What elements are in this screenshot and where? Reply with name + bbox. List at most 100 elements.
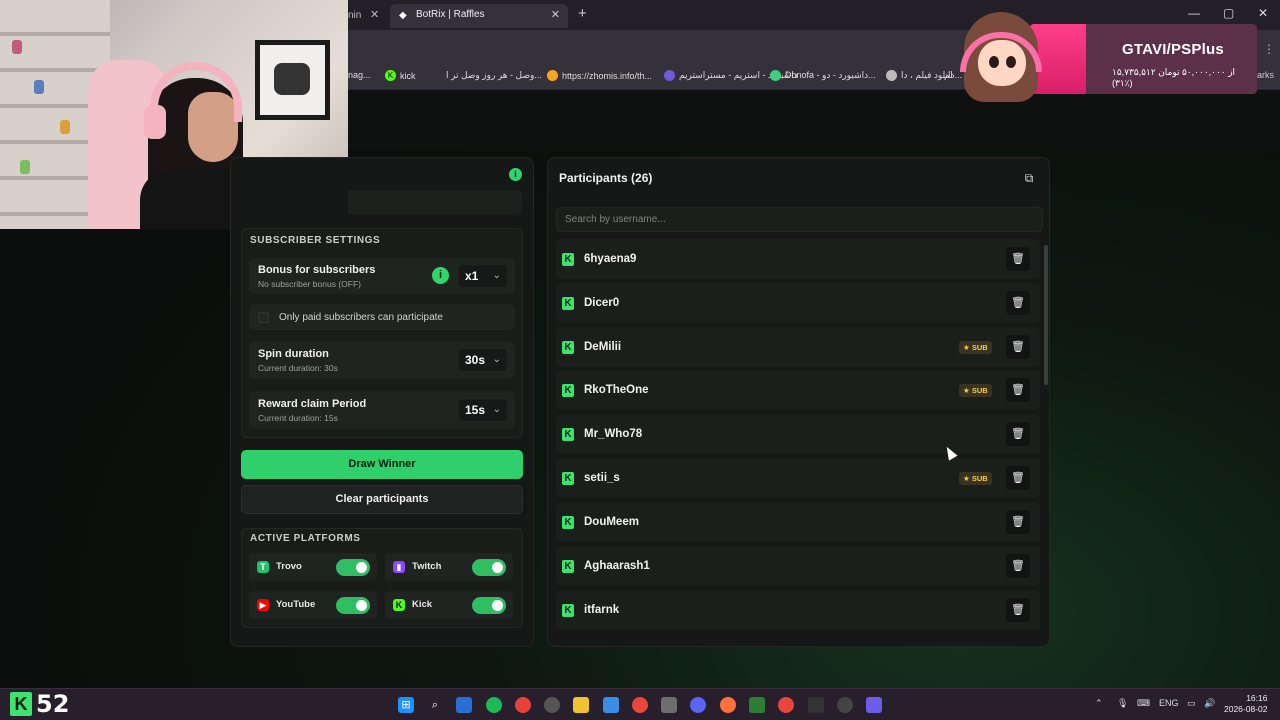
figure-toy <box>12 40 22 54</box>
headset-earcup <box>144 105 166 139</box>
paid-only-checkbox[interactable] <box>258 312 269 323</box>
figure-toy <box>60 120 70 134</box>
tab-partial-title[interactable]: nin <box>348 6 361 26</box>
language-indicator[interactable]: ENG <box>1159 698 1179 708</box>
youtube-toggle[interactable] <box>336 597 370 614</box>
trash-icon[interactable]: 🗑 <box>1006 422 1030 447</box>
browser-menu-icon[interactable]: ⋮ <box>1263 42 1275 56</box>
app-icon[interactable] <box>749 697 765 713</box>
participant-row: K Aghaarash1 🗑 <box>556 545 1040 586</box>
bookmarks-overflow[interactable]: arks <box>1257 70 1274 80</box>
stream-icon <box>664 70 675 81</box>
minimize-icon[interactable]: — <box>1188 6 1200 20</box>
participant-name: DouMeem <box>584 515 639 528</box>
platform-kick: K Kick <box>385 591 513 619</box>
globe-icon <box>886 70 897 81</box>
app-icon[interactable] <box>456 697 472 713</box>
clock-date: 2026-08-02 <box>1224 704 1268 714</box>
figure-toy <box>20 160 30 174</box>
claim-period-row: Reward claim Period Current duration: 15… <box>249 391 515 429</box>
chevron-down-icon: ⌄ <box>492 354 501 365</box>
trash-icon[interactable]: 🗑 <box>1006 466 1030 491</box>
app-icon[interactable] <box>515 697 531 713</box>
trash-icon[interactable]: 🗑 <box>1006 334 1030 359</box>
bookmark-item[interactable]: Donofa - داشبورد - دو... <box>770 70 876 81</box>
kick-icon: K <box>562 515 574 529</box>
bookmark-item[interactable]: لم <box>944 70 953 81</box>
trash-icon[interactable]: 🗑 <box>1006 378 1030 403</box>
trovo-toggle[interactable] <box>336 559 370 576</box>
chevron-up-icon[interactable]: ⌃ <box>1095 698 1103 709</box>
close-window-icon[interactable]: ✕ <box>1258 6 1268 20</box>
close-icon[interactable]: ✕ <box>551 8 560 21</box>
firefox-icon[interactable] <box>720 697 736 713</box>
draw-winner-button[interactable]: Draw Winner <box>241 450 523 479</box>
section-title: SUBSCRIBER SETTINGS <box>250 235 381 246</box>
trash-icon[interactable]: 🗑 <box>1006 509 1030 534</box>
bookmark-item[interactable]: وصل - هر روز وصل تر ا... <box>446 70 542 81</box>
trash-icon[interactable]: 🗑 <box>1006 553 1030 578</box>
bookmark-item[interactable]: nag... <box>348 70 371 80</box>
twitch-toggle[interactable] <box>472 559 506 576</box>
maximize-icon[interactable]: ▢ <box>1223 6 1234 20</box>
mic-icon[interactable]: 🎙 <box>1117 698 1128 709</box>
bonus-multiplier-select[interactable]: x1 ⌄ <box>459 265 507 287</box>
trash-icon[interactable]: 🗑 <box>1006 247 1030 271</box>
claim-period-select[interactable]: 15s ⌄ <box>459 399 507 421</box>
participant-row: K setii_s ★ SUB 🗑 <box>556 458 1040 499</box>
chrome-icon[interactable] <box>632 697 648 713</box>
participants-scrollbar[interactable] <box>1044 245 1048 385</box>
spin-duration-select[interactable]: 30s ⌄ <box>459 349 507 371</box>
clear-participants-button[interactable]: Clear participants <box>241 485 523 514</box>
platform-name: Kick <box>412 599 433 610</box>
sub-badge-label: SUB <box>971 386 988 396</box>
participant-row: K itfarnk 🗑 <box>556 589 1040 630</box>
viewer-count: 52 <box>36 690 70 718</box>
folder-icon[interactable] <box>573 697 589 713</box>
terminal-icon[interactable] <box>808 697 824 713</box>
app-icon[interactable] <box>661 697 677 713</box>
kick-icon: K <box>562 472 574 486</box>
bonus-label: Bonus for subscribers <box>258 264 376 276</box>
spin-duration-row: Spin duration Current duration: 30s 30s … <box>249 341 515 379</box>
info-icon[interactable]: i <box>509 168 522 181</box>
spotify-icon[interactable] <box>486 697 502 713</box>
settings-top-field[interactable] <box>348 190 522 214</box>
tab-botrix-raffles[interactable]: ◆ BotRix | Raffles ✕ <box>390 4 568 28</box>
new-tab-plus-icon[interactable]: + <box>578 5 587 22</box>
kick-icon: K <box>562 603 574 617</box>
search-icon[interactable]: ⌕ <box>427 697 443 713</box>
sub-badge-label: SUB <box>971 342 988 352</box>
search-input[interactable] <box>556 207 1043 232</box>
kick-icon: K <box>562 340 574 354</box>
participant-name: RkoTheOne <box>584 384 649 397</box>
trash-icon[interactable]: 🗑 <box>1006 290 1030 315</box>
kick-icon: K <box>562 428 574 442</box>
app-icon[interactable] <box>837 697 853 713</box>
close-icon[interactable]: ✕ <box>370 8 379 21</box>
bookmark-kick[interactable]: Kkick <box>385 70 416 81</box>
system-clock[interactable]: 16:16 2026-08-02 <box>1224 693 1267 715</box>
windows-start-icon[interactable]: ⊞ <box>398 697 414 713</box>
info-icon[interactable]: i <box>432 267 449 284</box>
app-icon[interactable] <box>544 697 560 713</box>
app-icon[interactable] <box>603 697 619 713</box>
copy-icon[interactable]: ⧉ <box>1019 168 1039 188</box>
volume-icon[interactable]: 🔊 <box>1204 698 1215 709</box>
participant-row: K Dicer0 🗑 <box>556 282 1040 323</box>
kick-icon: K <box>393 599 405 611</box>
kick-toggle[interactable] <box>472 597 506 614</box>
bookmark-item[interactable]: https://zhomis.info/th... <box>547 70 652 81</box>
discord-icon[interactable] <box>690 697 706 713</box>
participant-row: K 6hyaena9 🗑 <box>556 239 1040 279</box>
trash-icon[interactable]: 🗑 <box>1006 597 1030 622</box>
banner-title: GTAVI/PSPlus <box>1122 41 1224 58</box>
keyboard-icon[interactable]: ⌨ <box>1137 698 1150 709</box>
display-icon[interactable]: ▭ <box>1187 698 1196 709</box>
app-icon[interactable] <box>866 697 882 713</box>
participant-name: itfarnk <box>584 603 620 616</box>
chrome-icon[interactable] <box>778 697 794 713</box>
participant-name: Aghaarash1 <box>584 559 650 572</box>
sub-badge: ★ SUB <box>959 472 992 486</box>
section-title: ACTIVE PLATFORMS <box>250 533 361 544</box>
